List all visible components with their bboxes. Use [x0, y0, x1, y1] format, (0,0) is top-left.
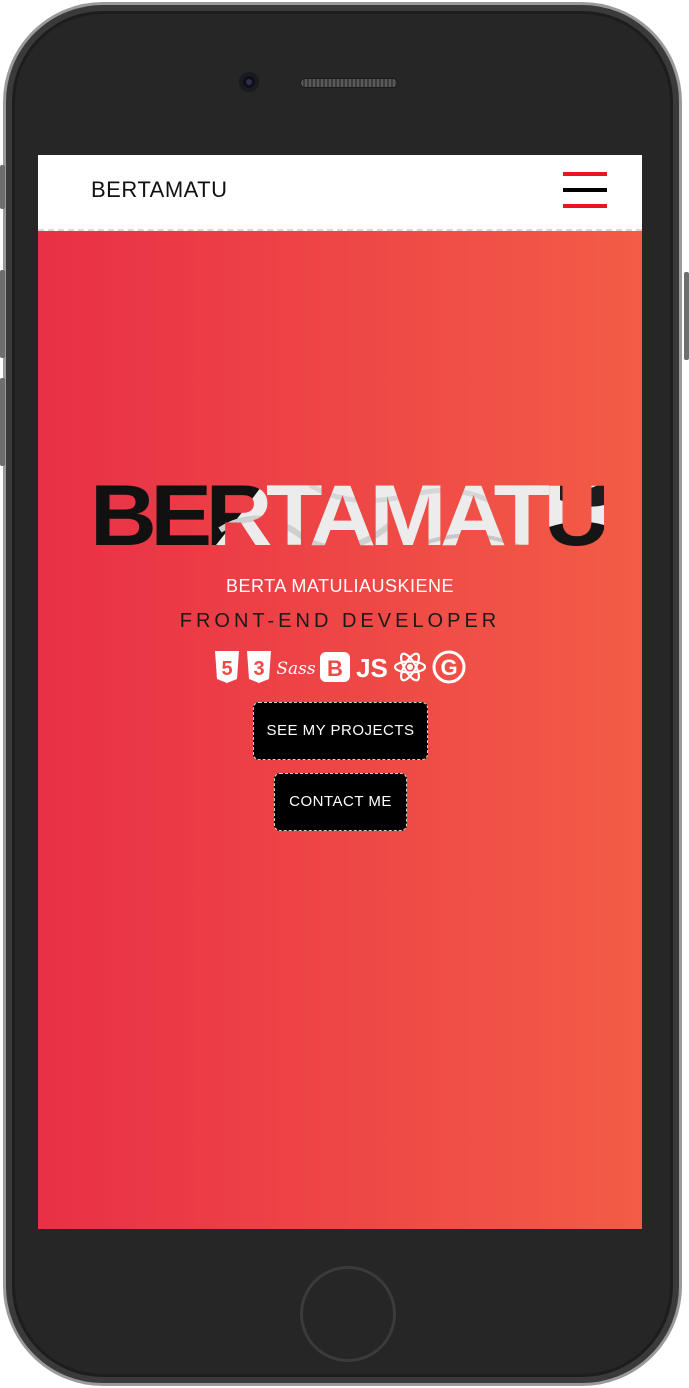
earpiece-speaker [300, 78, 398, 88]
svg-text:3: 3 [253, 658, 264, 680]
navbar: BERTAMATU [38, 155, 642, 231]
volume-down-button [0, 378, 5, 466]
hamburger-line-middle [563, 188, 607, 192]
svg-text:JS: JS [356, 653, 388, 683]
hamburger-menu-icon[interactable] [563, 172, 607, 208]
hero-title-text: BERTAMATU [90, 475, 604, 564]
phone-screen: BERTAMATU BERTAMATU BERTA MATULIAUSKIENE… [38, 155, 642, 1229]
svg-text:Sass: Sass [277, 659, 315, 679]
see-my-projects-button[interactable]: SEE MY PROJECTS [253, 702, 428, 760]
sass-icon: Sass [277, 659, 315, 679]
tech-icons: 5 3 Sass B JS G [38, 650, 642, 684]
css3-icon: 3 [247, 651, 271, 683]
react-icon [393, 652, 427, 682]
contact-me-button[interactable]: CONTACT ME [274, 773, 407, 831]
home-button[interactable] [300, 1266, 396, 1362]
bootstrap-icon: B [320, 652, 350, 682]
hero-title: BERTAMATU [90, 475, 604, 565]
html5-icon: 5 [215, 651, 239, 683]
svg-text:B: B [327, 656, 343, 681]
svg-text:G: G [440, 655, 457, 680]
power-button [684, 272, 689, 360]
job-title: FRONT-END DEVELOPER [179, 610, 501, 632]
svg-text:5: 5 [221, 658, 232, 680]
volume-up-button [0, 270, 5, 358]
hamburger-line-bottom [563, 204, 607, 208]
full-name: BERTA MATULIAUSKIENE [225, 576, 455, 596]
hamburger-line-top [563, 172, 607, 176]
nav-brand[interactable]: BERTAMATU [91, 177, 228, 203]
front-camera-icon [239, 72, 259, 92]
javascript-icon: JS [356, 653, 388, 683]
gatsby-icon: G [432, 650, 466, 684]
mute-switch [0, 165, 5, 209]
